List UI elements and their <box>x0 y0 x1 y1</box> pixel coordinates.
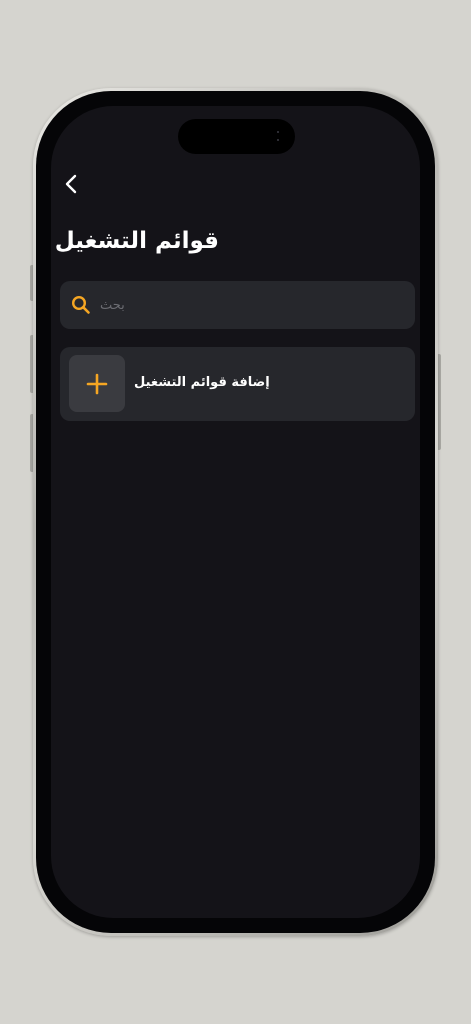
page-title: قوائم التشغيل <box>54 228 219 254</box>
plus-icon <box>86 373 108 394</box>
dynamic-island <box>178 119 295 154</box>
add-playlist-button[interactable]: إضافة قوائم التشغيل <box>60 347 415 421</box>
search-bar[interactable] <box>60 281 415 329</box>
phone-frame: قوائم التشغيل إضافة قوائ <box>33 88 438 936</box>
add-playlist-label: إضافة قوائم التشغيل <box>134 375 270 390</box>
add-playlist-tile <box>69 355 125 412</box>
search-icon <box>71 295 90 314</box>
camera-sensor <box>276 131 279 141</box>
app-screen: قوائم التشغيل إضافة قوائ <box>51 106 420 918</box>
phone-bezel: قوائم التشغيل إضافة قوائ <box>36 91 435 933</box>
back-button[interactable] <box>59 172 83 196</box>
chevron-left-icon <box>65 174 77 194</box>
stage: قوائم التشغيل إضافة قوائ <box>0 0 471 1024</box>
search-input[interactable] <box>100 293 280 317</box>
